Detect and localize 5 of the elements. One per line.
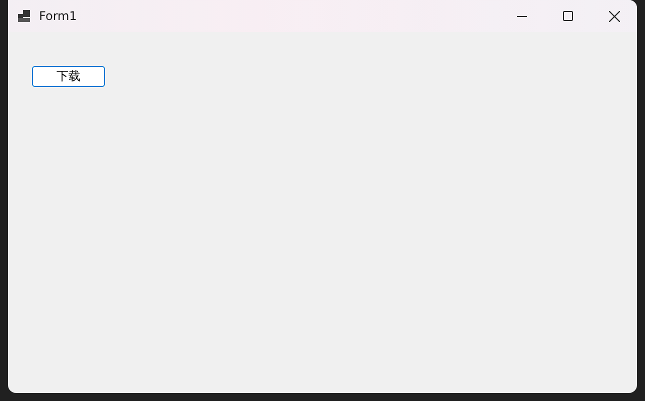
window-title: Form1	[39, 9, 77, 23]
close-icon	[608, 10, 620, 22]
download-button[interactable]: 下载	[32, 66, 105, 87]
app-icon	[18, 10, 30, 22]
maximize-icon	[563, 11, 573, 21]
